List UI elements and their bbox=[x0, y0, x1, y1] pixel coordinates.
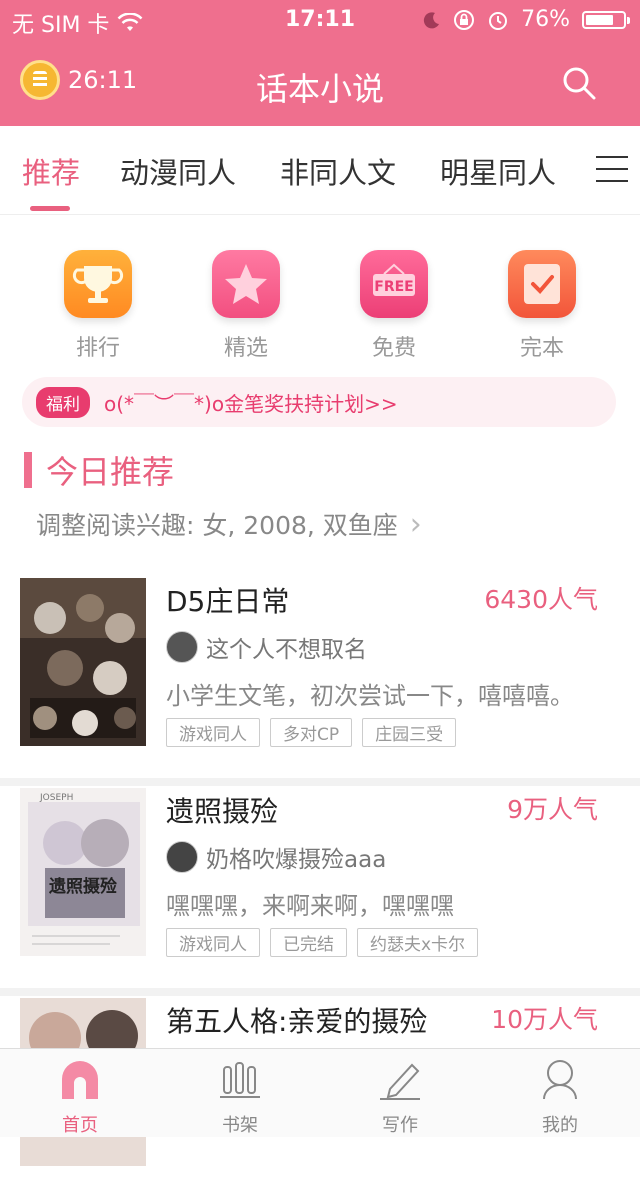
quick-link-free[interactable]: FREE 免费 bbox=[344, 250, 444, 362]
section-marker bbox=[24, 452, 32, 488]
book-tag[interactable]: 多对CP bbox=[270, 718, 353, 747]
quick-link-featured[interactable]: 精选 bbox=[196, 250, 296, 362]
free-sign-icon: FREE bbox=[360, 250, 428, 318]
profile-icon bbox=[543, 1060, 577, 1100]
book-author[interactable]: 这个人不想取名 bbox=[166, 630, 367, 664]
moon-icon bbox=[423, 11, 440, 28]
book-popularity: 10万人气 bbox=[491, 1005, 598, 1034]
quick-link-label: 完本 bbox=[519, 336, 564, 361]
nav-profile[interactable]: 我的 bbox=[510, 1057, 610, 1137]
book-tag[interactable]: 已完结 bbox=[270, 928, 347, 957]
rotation-lock-icon bbox=[454, 9, 475, 30]
battery-icon bbox=[582, 10, 630, 29]
book-popularity: 9万人气 bbox=[507, 795, 598, 824]
menu-icon[interactable] bbox=[596, 156, 628, 184]
chevron-right-icon: › bbox=[409, 506, 422, 542]
quick-link-label: 免费 bbox=[371, 336, 416, 361]
checkbook-icon bbox=[508, 250, 576, 318]
quick-links: 排行 精选 FREE 免费 完本 bbox=[0, 250, 640, 370]
nav-write[interactable]: 写作 bbox=[350, 1057, 450, 1137]
home-icon bbox=[62, 1061, 98, 1099]
book-title[interactable]: D5庄日常 bbox=[166, 580, 289, 620]
quick-link-completed[interactable]: 完本 bbox=[492, 250, 592, 362]
bookshelf-icon bbox=[220, 1062, 260, 1098]
top-bar: 无 SIM 卡 17:11 76% 26:11 话本小说 bbox=[0, 0, 640, 126]
book-author[interactable]: 奶格吹爆摄殓aaa bbox=[166, 840, 386, 874]
nav-bar: 26:11 话本小说 bbox=[0, 48, 640, 118]
nav-bookshelf[interactable]: 书架 bbox=[190, 1057, 290, 1137]
book-tags: 游戏同人 多对CP 庄园三受 bbox=[166, 718, 457, 747]
book-title[interactable]: 遗照摄殓 bbox=[166, 790, 278, 830]
book-popularity: 6430人气 bbox=[484, 585, 598, 614]
book-tag[interactable]: 游戏同人 bbox=[166, 928, 260, 957]
battery-percent: 76% bbox=[521, 7, 570, 32]
category-tabs: 推荐 动漫同人 非同人文 明星同人 bbox=[0, 126, 640, 215]
author-name: 这个人不想取名 bbox=[206, 637, 367, 663]
book-tag[interactable]: 庄园三受 bbox=[362, 718, 457, 747]
avatar bbox=[166, 631, 198, 663]
book-tag[interactable]: 约瑟夫x卡尔 bbox=[357, 928, 479, 957]
search-icon[interactable] bbox=[562, 66, 596, 100]
book-cover[interactable] bbox=[20, 578, 146, 746]
book-cover[interactable]: JOSEPH 遗照摄殓 bbox=[20, 788, 146, 956]
book-item[interactable]: JOSEPH 遗照摄殓 遗照摄殓 9万人气 奶格吹爆摄殓aaa 嘿嘿嘿，来啊来啊… bbox=[0, 788, 640, 996]
tab-recommend[interactable]: 推荐 bbox=[22, 150, 80, 192]
section-heading: 今日推荐 bbox=[24, 447, 174, 493]
book-tags: 游戏同人 已完结 约瑟夫x卡尔 bbox=[166, 928, 479, 957]
pencil-icon bbox=[380, 1063, 420, 1100]
app-title: 话本小说 bbox=[255, 70, 384, 108]
alarm-icon bbox=[489, 11, 508, 30]
adjust-interest-link[interactable]: 调整阅读兴趣: 女, 2008, 双鱼座 › bbox=[36, 506, 422, 542]
cover-header-text: JOSEPH bbox=[39, 793, 73, 803]
welfare-banner[interactable]: 福利 o(*￣︶￣*)o金笔奖扶持计划>> bbox=[22, 377, 616, 427]
active-tab-indicator bbox=[30, 206, 70, 211]
nav-home[interactable]: 首页 bbox=[30, 1057, 130, 1137]
interest-text: 调整阅读兴趣: 女, 2008, 双鱼座 bbox=[36, 511, 398, 540]
star-icon bbox=[212, 250, 280, 318]
bottom-nav: 首页 书架 写作 我的 bbox=[0, 1048, 640, 1137]
book-item[interactable]: D5庄日常 6430人气 这个人不想取名 小学生文笔，初次尝试一下，嘻嘻嘻。 游… bbox=[0, 578, 640, 786]
quick-link-label: 精选 bbox=[223, 336, 268, 361]
author-name: 奶格吹爆摄殓aaa bbox=[206, 847, 387, 873]
trophy-icon bbox=[64, 250, 132, 318]
section-title: 今日推荐 bbox=[46, 453, 175, 491]
book-description: 嘿嘿嘿，来啊来啊，嘿嘿嘿 bbox=[166, 892, 454, 920]
nav-label: 首页 bbox=[62, 1115, 98, 1136]
status-bar: 无 SIM 卡 17:11 76% bbox=[0, 0, 640, 40]
avatar bbox=[166, 841, 198, 873]
welfare-text: o(*￣︶￣*)o金笔奖扶持计划>> bbox=[104, 391, 398, 416]
cover-title-text: 遗照摄殓 bbox=[48, 876, 117, 897]
tab-anime-fanfic[interactable]: 动漫同人 bbox=[120, 150, 236, 192]
book-title[interactable]: 第五人格:亲爱的摄殓 bbox=[166, 1000, 427, 1040]
free-sign-text: FREE bbox=[374, 279, 413, 295]
book-tag[interactable]: 游戏同人 bbox=[166, 718, 260, 747]
nav-label: 写作 bbox=[382, 1115, 418, 1136]
quick-link-label: 排行 bbox=[75, 336, 120, 361]
tab-celebrity-fanfic[interactable]: 明星同人 bbox=[440, 150, 556, 192]
nav-label: 我的 bbox=[542, 1115, 578, 1136]
tab-original[interactable]: 非同人文 bbox=[280, 150, 396, 192]
book-description: 小学生文笔，初次尝试一下，嘻嘻嘻。 bbox=[166, 682, 574, 710]
nav-label: 书架 bbox=[222, 1115, 258, 1136]
welfare-badge: 福利 bbox=[36, 386, 90, 418]
quick-link-ranking[interactable]: 排行 bbox=[48, 250, 148, 362]
